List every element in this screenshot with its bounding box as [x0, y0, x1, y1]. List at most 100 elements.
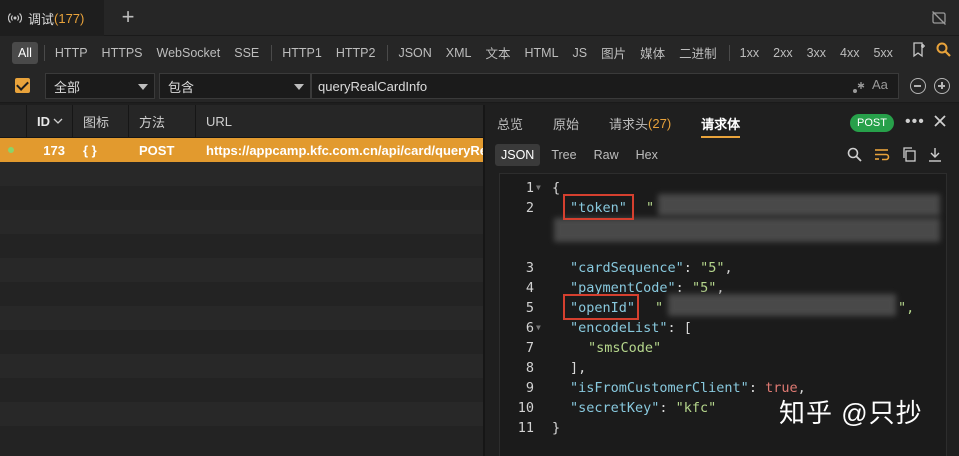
view-tree[interactable]: Tree [545, 144, 582, 166]
header-icon-col[interactable]: 图标 [73, 105, 129, 138]
search-input[interactable] [311, 73, 899, 99]
token-value-quote: " [646, 200, 655, 216]
tab-raw[interactable]: 原始 [553, 105, 579, 141]
copy-icon[interactable] [902, 147, 916, 162]
filter-divider [271, 44, 273, 61]
empty-row [0, 330, 483, 354]
tab-request-body[interactable]: 请求体 [701, 105, 741, 141]
filter-chip[interactable]: HTTP [49, 42, 94, 64]
watermark: 知乎 @只抄 [779, 398, 923, 428]
empty-rows [0, 162, 483, 450]
chevron-down-icon [294, 84, 304, 90]
filter-chip[interactable]: HTTPS [96, 42, 149, 64]
filter-chip[interactable]: 媒体 [634, 42, 671, 64]
view-mode-tabs: JSON Tree Raw Hex [495, 143, 669, 167]
filter-chip[interactable]: XML [440, 42, 478, 64]
json-line-cardSequence: "cardSequence": "5", [570, 260, 733, 276]
filter-chip[interactable]: 文本 [479, 42, 516, 64]
filter-divider [387, 44, 389, 61]
tab-title: 调试 [28, 11, 55, 27]
hide-panel-icon[interactable] [931, 10, 947, 26]
json-line-secretKey: "secretKey": "kfc" [570, 400, 717, 416]
json-close-brace: } [552, 420, 561, 436]
close-icon[interactable] [932, 113, 948, 129]
filter-chip[interactable]: 图片 [595, 42, 632, 64]
filter-chip[interactable]: HTTP1 [276, 42, 328, 64]
view-raw[interactable]: Raw [588, 144, 625, 166]
bookmark-icon[interactable] [912, 42, 926, 58]
json-line-encodeList: "encodeList": [ [570, 320, 692, 336]
status-filter-chip[interactable]: 4xx [834, 42, 865, 64]
status-cell [0, 138, 27, 162]
status-filter-chip[interactable]: 1xx [734, 42, 765, 64]
empty-row [0, 210, 483, 234]
empty-row [0, 402, 483, 426]
match-mode-select[interactable]: 包含 [159, 73, 311, 99]
empty-row [0, 306, 483, 330]
filter-chip[interactable]: HTTP2 [330, 42, 382, 64]
filter-chip[interactable]: HTML [519, 42, 565, 64]
protocol-filters: All HTTP HTTPS WebSocket SSE HTTP1 HTTP2 JSON XM… [12, 41, 725, 64]
scope-select[interactable]: 全部 [45, 73, 155, 99]
row-method: POST [139, 142, 175, 158]
header-method[interactable]: 方法 [129, 105, 196, 138]
status-filters: 1xx 2xx 3xx 4xx 5xx [734, 42, 901, 64]
table-row[interactable]: 173 { } POST https://appcamp.kfc.com.cn/… [0, 138, 483, 162]
filter-chip[interactable]: JS [567, 42, 594, 64]
broadcast-icon [8, 13, 22, 23]
scope-select-value: 全部 [54, 79, 81, 95]
match-case-icon[interactable]: Aa [872, 77, 888, 92]
json-open-brace: { [552, 180, 561, 196]
json-line-isFromCustomerClient: "isFromCustomerClient": true, [570, 380, 806, 396]
empty-row [0, 282, 483, 306]
row-url: https://appcamp.kfc.com.cn/api/card/quer… [206, 142, 483, 158]
more-options-icon[interactable]: ••• [905, 113, 925, 131]
enable-filter-checkbox[interactable] [15, 78, 30, 93]
view-json[interactable]: JSON [495, 144, 541, 166]
wrap-lines-icon[interactable] [874, 147, 890, 162]
remove-condition-button[interactable] [910, 78, 926, 94]
filter-divider [728, 44, 730, 61]
header-url[interactable]: URL [196, 105, 483, 138]
row-id: 173 [43, 142, 65, 158]
empty-row [0, 258, 483, 282]
method-badge: POST [850, 114, 894, 132]
json-encodeList-item: "smsCode" [588, 340, 662, 356]
filter-chip[interactable]: SSE [228, 42, 265, 64]
list-header: ID 图标 方法 URL [0, 105, 483, 138]
view-hex[interactable]: Hex [630, 144, 664, 166]
search-bar: 全部 包含 Aa [0, 69, 959, 103]
chevron-down-icon [138, 84, 148, 90]
regex-icon[interactable] [852, 80, 866, 94]
empty-row [0, 378, 483, 402]
header-id[interactable]: ID [27, 105, 73, 138]
filter-chip[interactable]: 二进制 [673, 42, 723, 64]
filter-chip[interactable]: JSON [392, 42, 437, 64]
openId-value-open-quote: " [655, 300, 664, 316]
download-icon[interactable] [928, 147, 942, 162]
header-status [0, 105, 27, 138]
filter-chip[interactable]: All [12, 41, 38, 64]
status-dot-icon [8, 147, 14, 153]
redacted-token-value [658, 194, 940, 216]
empty-row [0, 426, 483, 450]
tab-overview[interactable]: 总览 [497, 105, 523, 141]
status-filter-chip[interactable]: 5xx [867, 42, 898, 64]
status-filter-chip[interactable]: 2xx [767, 42, 798, 64]
tab-count: (177) [54, 10, 85, 26]
add-condition-button[interactable] [934, 78, 950, 94]
status-filter-chip[interactable]: 3xx [801, 42, 832, 64]
search-icon[interactable] [847, 147, 862, 162]
sort-chevron-icon [53, 118, 63, 124]
tab-debug[interactable]: 调试 (177) [0, 0, 104, 36]
redacted-openId-value [668, 294, 896, 316]
empty-row [0, 354, 483, 378]
filter-chip[interactable]: WebSocket [151, 42, 227, 64]
tab-request-headers[interactable]: 请求头 (27) [609, 105, 671, 141]
filter-divider [43, 44, 45, 61]
search-icon[interactable] [936, 42, 951, 57]
new-tab-button[interactable]: + [118, 6, 138, 28]
redacted-token-value-wrap [554, 218, 940, 242]
view-tools [847, 147, 942, 162]
filter-tools [912, 42, 951, 58]
